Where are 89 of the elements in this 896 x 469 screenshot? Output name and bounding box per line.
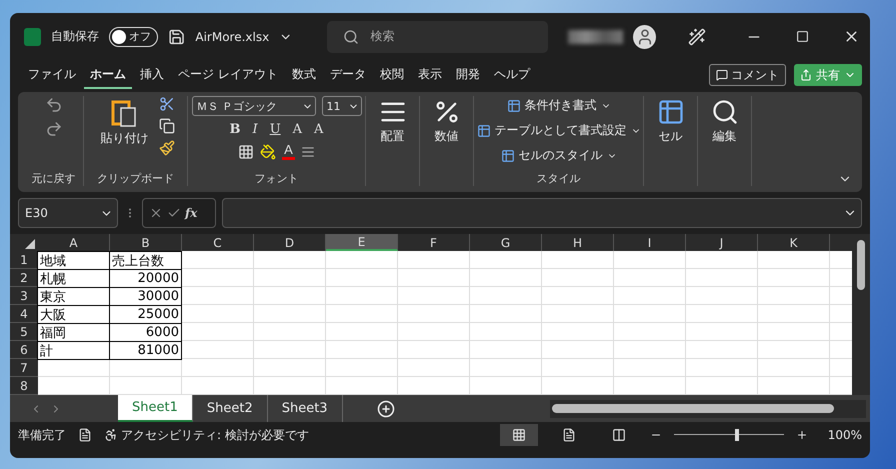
- maximize-icon[interactable]: [796, 30, 809, 43]
- table-icon: [476, 124, 490, 138]
- redo-icon[interactable]: [44, 120, 62, 138]
- menu-tab[interactable]: 開発: [450, 62, 486, 88]
- avatar-icon[interactable]: [633, 24, 656, 48]
- font-name-dropdown[interactable]: ＭＳ Ｐゴシック: [192, 96, 316, 116]
- fill-color-icon[interactable]: [260, 144, 276, 160]
- zoom-reading: 100%: [828, 428, 862, 442]
- menu-tab[interactable]: 数式: [286, 62, 322, 88]
- excel-logo-icon: [24, 28, 42, 46]
- comment-button[interactable]: コメント: [709, 64, 786, 86]
- number-format-button[interactable]: 数値: [428, 96, 464, 147]
- zoom-thumb[interactable]: [735, 429, 740, 441]
- table-icon: [656, 98, 684, 126]
- brush-icon[interactable]: [158, 140, 174, 156]
- shrink-font-button[interactable]: A: [311, 122, 326, 137]
- group-label: スタイル: [536, 171, 582, 186]
- share-icon: [800, 69, 812, 81]
- group-label: フォント: [254, 171, 300, 186]
- table-cell: 計: [37, 341, 110, 360]
- undo-icon[interactable]: [44, 96, 62, 114]
- autosave-label: 自動保存: [51, 28, 100, 45]
- accessibility-status[interactable]: アクセシビリティ: 検討が必要です: [121, 426, 309, 444]
- group-label: 元に戻す: [30, 171, 76, 186]
- menu-tab[interactable]: 表示: [412, 62, 448, 88]
- clipboard-icon: [110, 98, 138, 128]
- view-button[interactable]: [500, 424, 538, 446]
- table-cell: 81000: [109, 341, 182, 360]
- function-label[interactable]: fx: [185, 206, 198, 220]
- font-color-button[interactable]: A: [282, 143, 295, 160]
- accessibility-icon: [104, 428, 118, 442]
- vertical-scrollbar[interactable]: [852, 234, 870, 395]
- comment-icon: [716, 69, 728, 81]
- table-cell: 福岡: [37, 323, 110, 342]
- zoom-in-icon[interactable]: [796, 429, 808, 441]
- table-cell: 売上台数: [109, 251, 182, 270]
- table-cell: 札幌: [37, 269, 110, 288]
- search-icon: [710, 98, 738, 126]
- paste-button[interactable]: 貼り付け: [96, 96, 152, 149]
- font-size-dropdown[interactable]: 11: [322, 96, 362, 116]
- table-cell: 30000: [109, 287, 182, 306]
- name-box[interactable]: E30: [18, 198, 118, 228]
- copy-icon[interactable]: [158, 118, 174, 134]
- cells-button[interactable]: セル: [652, 96, 688, 147]
- table-cell: 地域: [37, 251, 110, 270]
- formula-input[interactable]: [222, 198, 862, 228]
- scissors-icon[interactable]: [158, 96, 174, 112]
- column-header[interactable]: E: [326, 234, 398, 251]
- menu-tab[interactable]: ホーム: [84, 62, 132, 88]
- border-icon[interactable]: [238, 144, 254, 160]
- table-cell: 東京: [37, 287, 110, 306]
- table-cell: 25000: [109, 305, 182, 324]
- group-label: クリップボード: [96, 171, 175, 186]
- normal-view-icon: [512, 428, 526, 442]
- sheet-tab[interactable]: Sheet2: [192, 395, 268, 422]
- underline-button[interactable]: U: [266, 122, 284, 137]
- sheet-tab[interactable]: Sheet3: [268, 395, 343, 422]
- table-icon: [506, 98, 520, 112]
- table-cell: 6000: [109, 323, 182, 342]
- menu-tab[interactable]: 校閲: [374, 62, 410, 88]
- sheet-tab[interactable]: Sheet1: [118, 395, 193, 422]
- table-icon: [500, 148, 514, 162]
- cell-grid[interactable]: 地域 売上台数 札幌 20000 東京 30000 大阪 25000 福岡 6000 計 81000: [38, 251, 852, 395]
- menu-tab[interactable]: ヘルプ: [488, 62, 536, 88]
- grow-font-button[interactable]: A: [290, 122, 306, 137]
- table-cell: 20000: [109, 269, 182, 288]
- search-icon: [342, 28, 359, 44]
- alignment-button[interactable]: 配置: [374, 96, 410, 147]
- horizontal-scrollbar[interactable]: [550, 400, 866, 418]
- page-layout-icon: [562, 428, 576, 442]
- menu-tab[interactable]: データ: [324, 62, 372, 88]
- italic-button[interactable]: I: [250, 122, 261, 137]
- blurred-name: [568, 30, 624, 44]
- file-name[interactable]: AirMore.xlsx: [195, 30, 270, 44]
- style-menu-item[interactable]: セルのスタイル: [500, 146, 616, 165]
- table-cell: 大阪: [37, 305, 110, 324]
- menu-tab[interactable]: 挿入: [134, 62, 170, 88]
- style-menu-item[interactable]: 条件付き書式: [506, 96, 610, 115]
- cancel-icon[interactable]: [149, 206, 163, 220]
- add-sheet-icon[interactable]: [376, 400, 395, 418]
- editing-button[interactable]: 編集: [706, 96, 742, 147]
- menu-tab[interactable]: ファイル: [22, 62, 82, 88]
- autosave-toggle[interactable]: オフ: [109, 26, 158, 46]
- search-field[interactable]: 検索: [326, 20, 548, 52]
- save-icon[interactable]: [168, 28, 186, 46]
- status-text: 準備完了: [18, 426, 66, 444]
- bold-button[interactable]: B: [226, 122, 244, 137]
- style-menu-item[interactable]: テーブルとして書式設定: [476, 121, 640, 140]
- menu-tab[interactable]: ページ レイアウト: [172, 62, 284, 88]
